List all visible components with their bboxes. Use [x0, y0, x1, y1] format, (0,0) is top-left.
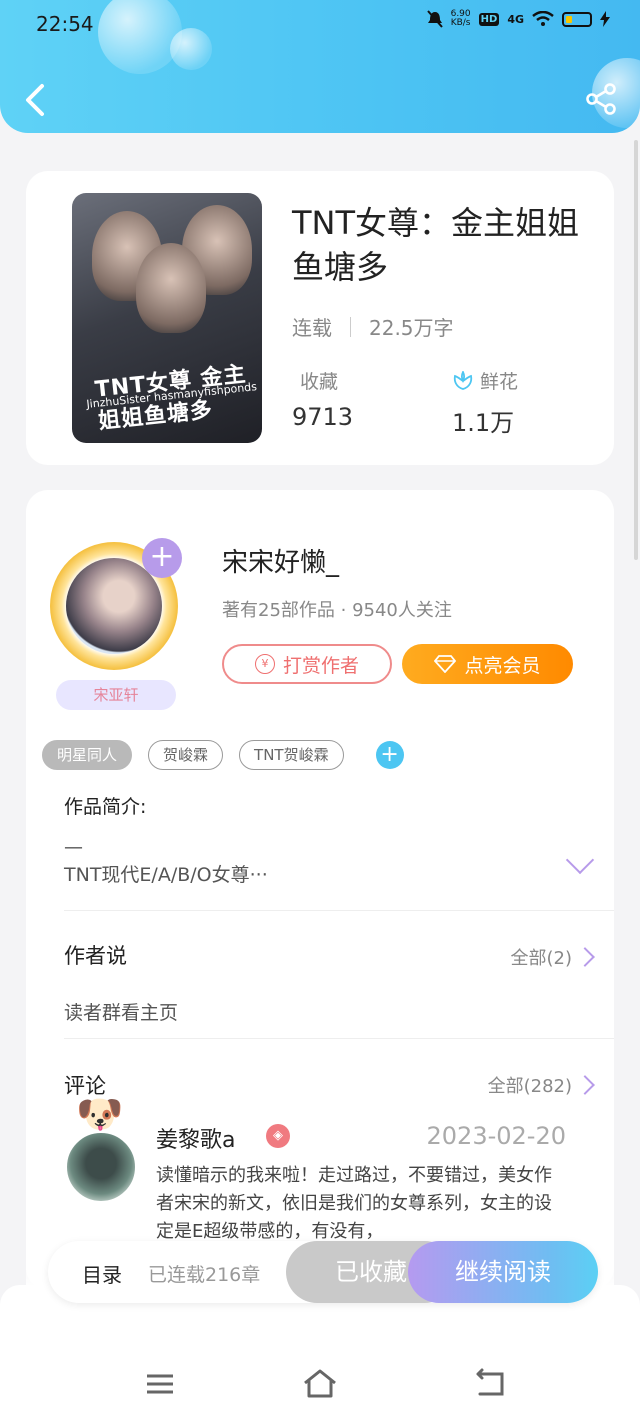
hd-icon: HD	[478, 12, 500, 26]
vip-label: 点亮会员	[464, 654, 541, 677]
decor-bubble	[170, 28, 212, 70]
avatar-tag: 宋亚轩	[56, 680, 176, 710]
vip-button[interactable]: 点亮会员	[402, 644, 573, 684]
tag-item[interactable]: 明星同人	[42, 740, 133, 770]
tag-list: 明星同人 贺峻霖 TNT贺峻霖 +	[42, 740, 404, 770]
book-cover[interactable]: TNT女尊 金主姐姐鱼塘多 JinzhuSister hasmanyfishpo…	[72, 193, 262, 443]
author-says-label: 作者说	[64, 944, 127, 968]
tip-author-button[interactable]: ¥ 打赏作者	[222, 644, 392, 684]
decor-bubble	[98, 0, 182, 74]
share-icon[interactable]	[584, 82, 618, 116]
comments-all-link[interactable]: 全部(282)	[487, 1072, 595, 1098]
status-time: 22:54	[36, 12, 94, 36]
book-status-row: 连载 22.5万字	[292, 312, 454, 341]
chevron-right-icon	[575, 947, 595, 967]
tag-item[interactable]: 贺峻霖	[148, 740, 224, 770]
word-count: 22.5万字	[369, 316, 454, 340]
author-says-text: 读者群看主页	[64, 1002, 179, 1024]
back-nav-icon[interactable]	[470, 1366, 510, 1402]
intro-dash: —	[64, 836, 83, 858]
bottom-action-bar: 目录 已连载216章 已收藏 继续阅读	[48, 1241, 598, 1303]
detail-card: + 宋亚轩 宋宋好懒_ 著有25部作品 · 9540人关注 ¥ 打赏作者 点亮会…	[26, 490, 614, 1290]
book-info-card: TNT女尊 金主姐姐鱼塘多 JinzhuSister hasmanyfishpo…	[26, 171, 614, 465]
commenter-name[interactable]: 姜黎歌a	[156, 1122, 235, 1154]
signal-icon: 4G	[507, 12, 524, 26]
top-header: 22:54 6.90 KB/s HD 4G	[0, 0, 640, 133]
diamond-icon	[434, 655, 457, 673]
serial-status: 连载	[292, 316, 332, 340]
author-says-all-label: 全部(2)	[510, 948, 573, 969]
charging-icon	[600, 11, 610, 27]
book-title: TNT女尊：金主姐姐鱼塘多	[292, 204, 580, 286]
stat-flower-value: 1.1万	[452, 409, 515, 437]
follow-plus-button[interactable]: +	[142, 538, 182, 578]
battery-icon	[562, 11, 592, 27]
author-meta: 著有25部作品 · 9540人关注	[222, 600, 452, 621]
chapter-count: 已连载216章	[148, 1264, 261, 1286]
expand-intro-icon[interactable]	[565, 845, 595, 875]
divider	[64, 910, 614, 911]
divider	[64, 1038, 614, 1039]
author-name[interactable]: 宋宋好懒_	[222, 542, 339, 579]
flower-icon	[453, 370, 473, 390]
intro-text[interactable]: TNT现代E/A/B/O女尊···	[64, 860, 268, 887]
status-icons: 6.90 KB/s HD 4G	[426, 9, 610, 28]
commenter-avatar[interactable]	[64, 1130, 138, 1204]
stat-collect-value: 9713	[292, 403, 354, 431]
scrollbar[interactable]	[634, 140, 638, 560]
intro-label: 作品简介:	[64, 796, 147, 818]
add-tag-button[interactable]: +	[375, 741, 404, 769]
corgi-frame-icon: 🐶	[76, 1092, 124, 1136]
comments-all-label: 全部(282)	[487, 1076, 572, 1097]
vip-badge-icon: ◈	[266, 1124, 290, 1148]
stat-flower[interactable]: 鲜花	[452, 367, 518, 394]
network-speed: 6.90 KB/s	[450, 9, 471, 28]
tip-author-label: 打赏作者	[282, 654, 359, 677]
home-nav-icon[interactable]	[300, 1366, 340, 1402]
stat-flower-label: 鲜花	[480, 371, 519, 393]
back-button[interactable]	[18, 80, 54, 120]
toc-button[interactable]: 目录	[82, 1259, 122, 1288]
tag-item[interactable]: TNT贺峻霖	[239, 740, 344, 770]
stat-collect-label: 收藏	[300, 371, 339, 393]
yen-icon: ¥	[254, 654, 275, 674]
mute-bell-icon	[426, 10, 443, 28]
menu-nav-icon[interactable]	[140, 1366, 180, 1402]
wifi-icon	[532, 11, 554, 26]
comment-text[interactable]: 读懂暗示的我来啦！走过路过，不要错过，美女作者宋宋的新文，依旧是我们的女尊系列，…	[156, 1162, 566, 1246]
comment-date: 2023-02-20	[426, 1122, 566, 1150]
continue-reading-button[interactable]: 继续阅读	[408, 1241, 598, 1303]
author-says-all-link[interactable]: 全部(2)	[510, 944, 595, 970]
chevron-right-icon	[575, 1075, 595, 1095]
